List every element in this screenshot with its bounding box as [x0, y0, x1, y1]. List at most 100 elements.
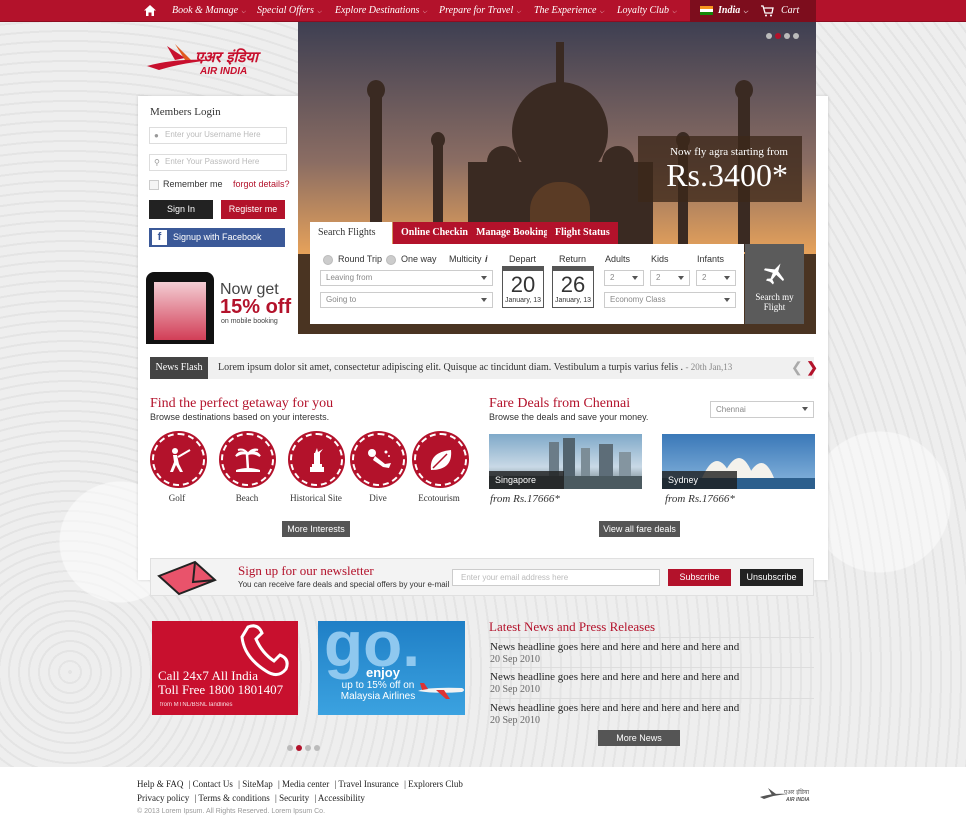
footer-link-insurance[interactable]: Travel Insurance: [338, 779, 398, 789]
depart-date-calendar[interactable]: 20 January, 13: [502, 266, 544, 308]
forgot-details-link[interactable]: forgot details?: [233, 179, 290, 189]
email-input[interactable]: Enter your email address here: [452, 569, 660, 586]
adults-select[interactable]: 2: [604, 270, 644, 286]
toll-free-text: Call 24x7 All India Toll Free 1800 180140…: [158, 668, 284, 697]
footer-link-explorers[interactable]: Explorers Club: [408, 779, 463, 789]
tab-manage-booking[interactable]: Manage Booking: [468, 222, 557, 244]
footer-link-help[interactable]: Help & FAQ: [137, 779, 183, 789]
cart-link[interactable]: Cart: [781, 5, 799, 16]
one-way-radio[interactable]: [386, 255, 396, 265]
register-button[interactable]: Register me: [221, 200, 285, 219]
cart-icon[interactable]: [760, 5, 774, 17]
subscribe-button[interactable]: Subscribe: [668, 569, 731, 586]
search-button-line2: Flight: [763, 302, 786, 312]
malaysia-airlines-banner[interactable]: go. enjoy up to 15% off on Malaysia Airli…: [318, 621, 465, 715]
kids-select[interactable]: 2: [650, 270, 690, 286]
hero-offer-box[interactable]: Now fly agra starting from Rs.3400*: [638, 136, 802, 202]
nav-special-offers[interactable]: Special Offers ⌵: [257, 5, 322, 16]
news-headline[interactable]: News headline goes here and here and her…: [490, 702, 739, 714]
tab-flight-status[interactable]: Flight Status: [547, 222, 618, 244]
info-icon[interactable]: i: [485, 254, 488, 264]
search-flight-button[interactable]: Search my Flight: [745, 244, 804, 324]
facebook-signup-button[interactable]: f Signup with Facebook Account: [149, 228, 285, 261]
slide-dot[interactable]: [793, 33, 799, 39]
adults-label: Adults: [605, 254, 631, 264]
air-india-logo[interactable]: एअर इंडिया AIR INDIA: [145, 38, 285, 78]
historical-site-icon[interactable]: [290, 433, 343, 486]
key-icon: ⚲: [154, 158, 160, 167]
toll-free-banner[interactable]: Call 24x7 All India Toll Free 1800 180140…: [152, 621, 298, 715]
country-selector[interactable]: India ⌵: [718, 5, 748, 16]
footer-link-terms[interactable]: Terms & conditions: [198, 793, 269, 803]
city-select[interactable]: Chennai: [710, 401, 814, 418]
slide-dot[interactable]: [766, 33, 772, 39]
going-to-select[interactable]: Going to: [320, 292, 493, 308]
return-date-calendar[interactable]: 26 January, 13: [552, 266, 594, 308]
ecotourism-icon[interactable]: [414, 433, 467, 486]
india-flag-icon: [700, 6, 713, 15]
user-icon: ●: [154, 131, 159, 140]
slide-dot[interactable]: [784, 33, 790, 39]
news-divider: [489, 637, 814, 638]
fares-title: Fare Deals from Chennai: [489, 396, 631, 411]
footer-link-contact[interactable]: Contact Us: [193, 779, 233, 789]
tab-search-flights[interactable]: Search Flights: [310, 222, 392, 244]
banner-dot-active[interactable]: [296, 745, 302, 751]
tab-online-checkin[interactable]: Online Checkin: [393, 222, 476, 244]
nav-prepare-for-travel[interactable]: Prepare for Travel ⌵: [439, 5, 521, 16]
footer-link-media[interactable]: Media center: [282, 779, 329, 789]
round-trip-radio[interactable]: [323, 255, 333, 265]
more-interests-button[interactable]: More Interests: [282, 521, 350, 537]
nav-book-manage[interactable]: Book & Manage ⌵: [172, 5, 246, 16]
banner-dot[interactable]: [314, 745, 320, 751]
slide-dot-active[interactable]: [775, 33, 781, 39]
getaway-subtitle: Browse destinations based on your intere…: [150, 412, 330, 422]
banner-slide-indicator[interactable]: [287, 742, 323, 754]
news-flash-text[interactable]: Lorem ipsum dolor sit amet, consectetur …: [218, 362, 732, 373]
news-divider: [489, 667, 814, 668]
toll-free-note: from MTNL/BSNL landlines: [160, 702, 233, 708]
home-icon[interactable]: [143, 4, 157, 17]
banner-dot[interactable]: [305, 745, 311, 751]
next-arrow-icon[interactable]: ❯: [806, 361, 818, 376]
footer-link-security[interactable]: Security: [279, 793, 309, 803]
footer-link-privacy[interactable]: Privacy policy: [137, 793, 189, 803]
banner-dot[interactable]: [287, 745, 293, 751]
dive-icon[interactable]: [352, 433, 405, 486]
view-all-fares-button[interactable]: View all fare deals: [599, 521, 680, 537]
multicity-label[interactable]: Multicity: [449, 254, 482, 264]
password-placeholder: Enter Your Password Here: [165, 157, 260, 166]
sydney-deal-card[interactable]: Sydney: [662, 434, 815, 489]
beach-icon[interactable]: [221, 433, 274, 486]
news-headline[interactable]: News headline goes here and here and her…: [490, 671, 739, 683]
footer-link-accessibility[interactable]: Accessibility: [318, 793, 365, 803]
username-input[interactable]: ● Enter your Username Here: [149, 127, 287, 144]
singapore-deal-card[interactable]: Singapore: [489, 434, 642, 489]
more-news-button[interactable]: More News: [598, 730, 680, 746]
search-button-line1: Search my: [755, 292, 794, 302]
class-select[interactable]: Economy Class: [604, 292, 736, 308]
offer-price: Rs.3400*: [666, 157, 788, 193]
sydney-label: Sydney: [662, 471, 737, 489]
news-headline[interactable]: News headline goes here and here and her…: [490, 641, 739, 653]
nav-explore-destinations[interactable]: Explore Destinations ⌵: [335, 5, 427, 16]
infants-select[interactable]: 2: [696, 270, 736, 286]
leaving-from-select[interactable]: Leaving from: [320, 270, 493, 286]
footer-link-sitemap[interactable]: SiteMap: [242, 779, 273, 789]
remember-checkbox[interactable]: [149, 180, 159, 190]
airplane-image: [418, 683, 464, 699]
password-input[interactable]: ⚲ Enter Your Password Here: [149, 154, 287, 171]
golf-icon[interactable]: [152, 433, 205, 486]
sign-in-button[interactable]: Sign In: [149, 200, 213, 219]
news-flash-arrows: ❮ ❯: [791, 360, 818, 377]
remember-label: Remember me: [163, 179, 223, 189]
singapore-label: Singapore: [489, 471, 564, 489]
getaway-title: Find the perfect getaway for you: [150, 396, 334, 411]
nav-the-experience[interactable]: The Experience ⌵: [534, 5, 604, 16]
unsubscribe-button[interactable]: Unsubscribe: [740, 569, 803, 586]
nav-loyalty-club[interactable]: Loyalty Club ⌵: [617, 5, 677, 16]
hero-slide-indicator[interactable]: [766, 30, 802, 42]
prev-arrow-icon[interactable]: ❮: [791, 361, 803, 376]
footer-logo[interactable]: एअर इंडियाAIR INDIA: [758, 785, 818, 803]
promo-line3: on mobile booking: [221, 318, 278, 325]
